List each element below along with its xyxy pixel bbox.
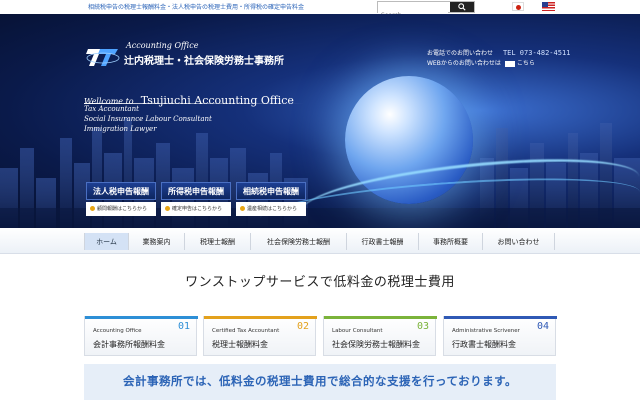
divider — [84, 103, 304, 104]
service-card-english: Administrative Scrivener — [452, 328, 520, 334]
role-immigration-lawyer: Immigration Lawyer — [84, 125, 157, 133]
web-contact-link[interactable]: こちら — [517, 60, 535, 67]
fee-card-title: 法人税申告報酬 — [86, 182, 156, 200]
divider — [554, 233, 555, 250]
web-contact: WEBからのお問い合わせは こちら — [427, 58, 535, 67]
nav-office-profile[interactable]: 事務所概要 — [418, 233, 482, 250]
fee-card-link[interactable]: 確定申告はこちらから — [161, 202, 231, 216]
service-card-title: 会計事務所報酬料金 — [93, 340, 165, 349]
fee-card-title: 所得税申告報酬 — [161, 182, 231, 200]
hero-banner: Accounting Office 辻内税理士・社会保険労務士事務所 お電話での… — [0, 14, 640, 228]
nav-tax-accountant-fees[interactable]: 税理士報酬 — [184, 233, 250, 250]
top-keyword-links[interactable]: 相続税申告の税理士報酬料金・法人税申告の税理士費用・所得税の確定申告料金 — [88, 2, 304, 11]
fee-card-link[interactable]: 遺産相続はこちらから — [236, 202, 306, 216]
phone-label: お電話でのお問い合わせ — [427, 50, 494, 57]
service-card-labour-consultant[interactable]: Labour Consultant 03 社会保険労務士報酬料金 — [323, 316, 437, 356]
phone-contact: お電話でのお問い合わせ TEL 073-482-4511 — [427, 48, 570, 57]
fee-card-link-text: 遺産相続はこちらから — [247, 206, 298, 212]
office-english-name: Tsujiuchi Accounting Office — [140, 94, 294, 107]
web-contact-label: WEBからのお問い合わせは — [427, 60, 501, 67]
service-card-number: 01 — [177, 321, 190, 332]
page-headline: ワンストップサービスで低料金の税理士費用 — [185, 275, 455, 290]
service-card-title: 税理士報酬料金 — [212, 340, 268, 349]
income-tax-fee-card[interactable]: 所得税申告報酬 確定申告はこちらから — [161, 182, 231, 218]
inheritance-tax-fee-card[interactable]: 相続税申告報酬 遺産相続はこちらから — [236, 182, 306, 218]
fee-card-link-text: 顧問報酬はこちらから — [97, 206, 148, 212]
main-nav: ホーム 業務案内 税理士報酬 社会保険労務士報酬 行政書士報酬 事務所概要 お問… — [0, 228, 640, 254]
bullet-icon — [240, 206, 245, 211]
intro-banner-text: 会計事務所では、低料金の税理士費用で総合的な支援を行っております。 — [123, 374, 517, 388]
service-card-number: 03 — [416, 321, 429, 332]
service-card-english: Accounting Office — [93, 328, 142, 334]
service-card-tax-accountant[interactable]: Certified Tax Accountant 02 税理士報酬料金 — [203, 316, 317, 356]
office-name[interactable]: 辻内税理士・社会保険労務士事務所 — [124, 52, 284, 67]
fee-card-link-text: 確定申告はこちらから — [172, 206, 223, 212]
search-button[interactable] — [450, 2, 474, 12]
service-card-scrivener[interactable]: Administrative Scrivener 04 行政書士報酬料金 — [443, 316, 557, 356]
nav-contact[interactable]: お問い合わせ — [482, 233, 554, 250]
phone-number[interactable]: TEL 073-482-4511 — [503, 49, 570, 57]
nav-labour-consultant-fees[interactable]: 社会保険労務士報酬 — [250, 233, 346, 250]
nav-home[interactable]: ホーム — [84, 233, 128, 250]
corporate-tax-fee-card[interactable]: 法人税申告報酬 顧問報酬はこちらから — [86, 182, 156, 218]
fee-card-link[interactable]: 顧問報酬はこちらから — [86, 202, 156, 216]
mail-icon — [504, 60, 515, 67]
service-card-title: 社会保険労務士報酬料金 — [332, 340, 420, 349]
service-card-english: Labour Consultant — [332, 328, 383, 334]
service-card-title: 行政書士報酬料金 — [452, 340, 516, 349]
office-logo-icon[interactable] — [86, 46, 120, 68]
us-flag-icon[interactable] — [542, 2, 555, 11]
role-labour-consultant: Social Insurance Labour Consultant — [84, 115, 212, 123]
nav-services[interactable]: 業務案内 — [128, 233, 184, 250]
nav-scrivener-fees[interactable]: 行政書士報酬 — [346, 233, 418, 250]
top-bar: 相続税申告の税理士報酬料金・法人税申告の税理士費用・所得税の確定申告料金 — [0, 0, 640, 21]
service-card-accounting[interactable]: Accounting Office 01 会計事務所報酬料金 — [84, 316, 198, 356]
bullet-icon — [90, 206, 95, 211]
logo-subtitle: Accounting Office — [126, 41, 199, 50]
intro-banner: 会計事務所では、低料金の税理士費用で総合的な支援を行っております。 — [84, 364, 556, 400]
japanese-flag-icon[interactable] — [512, 2, 524, 11]
search-box[interactable] — [377, 1, 475, 21]
fee-card-title: 相続税申告報酬 — [236, 182, 306, 200]
service-card-english: Certified Tax Accountant — [212, 328, 280, 334]
search-icon — [458, 3, 466, 11]
bullet-icon — [165, 206, 170, 211]
role-tax-accountant: Tax Accountant — [84, 105, 139, 113]
service-card-number: 02 — [296, 321, 309, 332]
service-card-number: 04 — [536, 321, 549, 332]
